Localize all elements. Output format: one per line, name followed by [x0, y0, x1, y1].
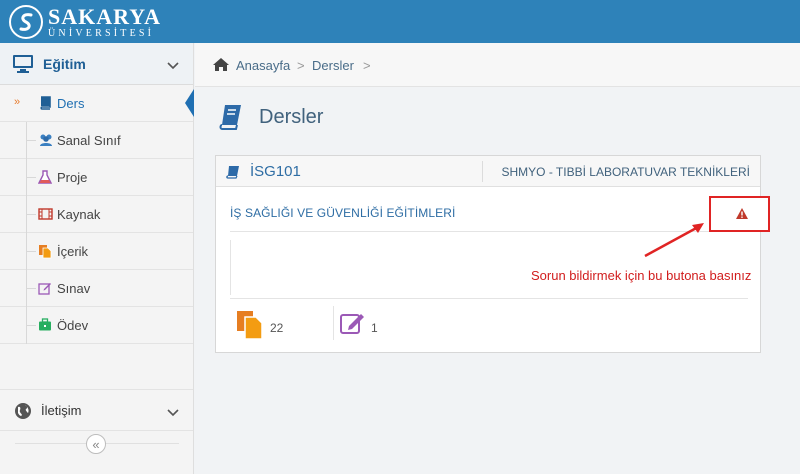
double-chevron-left-icon[interactable]: «: [86, 434, 106, 454]
sidebar-item-proje[interactable]: Proje: [0, 159, 193, 196]
sidebar-item-label: İçerik: [57, 244, 89, 259]
files-icon: [38, 244, 52, 259]
active-indicator: [185, 89, 194, 117]
sidebar-item-label: Sanal Sınıf: [57, 133, 121, 148]
top-header: SAKARYA ÜNİVERSİTESİ: [0, 0, 800, 43]
breadcrumb: Anasayfa > Dersler >: [195, 43, 800, 87]
sidebar-item-label: Sınav: [57, 281, 91, 296]
report-problem-button[interactable]: [709, 196, 770, 232]
sidebar-section-egitim[interactable]: Eğitim: [0, 43, 193, 85]
breadcrumb-link-dersler[interactable]: Dersler: [312, 58, 354, 73]
sidebar-item-icerik[interactable]: İçerik: [0, 233, 193, 270]
breadcrumb-separator: >: [363, 58, 371, 73]
home-icon[interactable]: [212, 57, 230, 77]
course-code[interactable]: İSG101: [250, 163, 301, 180]
sidebar-item-label: Ödev: [57, 318, 89, 333]
course-name-link[interactable]: İŞ SAĞLIĞI VE GÜVENLİĞİ EĞİTİMLERİ: [230, 206, 455, 220]
logo-sub-text: ÜNİVERSİTESİ: [48, 27, 155, 39]
sidebar-section-label: Eğitim: [43, 56, 86, 72]
sidebar-item-ders[interactable]: » Ders: [0, 85, 194, 122]
sidebar-item-odev[interactable]: Ödev: [0, 307, 193, 344]
content-count: 22: [270, 321, 284, 335]
university-logo[interactable]: SAKARYA ÜNİVERSİTESİ: [9, 4, 161, 40]
course-department: SHMYO - TIBBİ LABORATUVAR TEKNİKLERİ: [501, 165, 750, 179]
monitor-icon: [12, 54, 34, 79]
breadcrumb-separator: >: [297, 58, 305, 73]
logo-main-text: SAKARYA: [48, 3, 161, 29]
sidebar-section-label: İletişim: [41, 403, 82, 418]
book-icon: [219, 104, 243, 135]
sidebar-item-sinav[interactable]: Sınav: [0, 270, 193, 307]
sidebar: Eğitim » Ders Sanal Sınıf Proje Kaynak İ…: [0, 43, 194, 474]
university-seal-icon: [9, 5, 43, 39]
page-title: Dersler: [259, 106, 324, 128]
annotation-text: Sorun bildirmek için bu butona basınız: [531, 268, 752, 283]
users-icon: [38, 133, 52, 147]
sidebar-section-iletisim[interactable]: İletişim: [0, 389, 193, 431]
edit-icon[interactable]: [340, 311, 366, 340]
sidebar-item-label: Ders: [57, 96, 85, 111]
sidebar-item-sanal-sinif[interactable]: Sanal Sınıf: [0, 122, 193, 159]
annotation-arrow-icon: [640, 220, 708, 265]
sidebar-item-label: Kaynak: [57, 207, 101, 222]
sidebar-menu: » Ders Sanal Sınıf Proje Kaynak İçerik S…: [0, 85, 194, 344]
course-card-header: İSG101 SHMYO - TIBBİ LABORATUVAR TEKNİKL…: [216, 156, 760, 187]
files-icon[interactable]: [236, 310, 264, 345]
active-marker-icon: »: [14, 96, 21, 108]
sidebar-item-kaynak[interactable]: Kaynak: [0, 196, 193, 233]
book-icon: [226, 165, 240, 184]
exam-count: 1: [371, 321, 378, 335]
sidebar-item-label: Proje: [57, 170, 88, 185]
warning-icon: [735, 207, 749, 225]
breadcrumb-link-anasayfa[interactable]: Anasayfa: [236, 58, 290, 73]
globe-icon: [14, 402, 32, 425]
flask-icon: [37, 170, 53, 184]
book-icon: [38, 96, 52, 110]
edit-icon: [38, 281, 52, 295]
chevron-down-icon[interactable]: [167, 57, 179, 75]
film-icon: [38, 207, 53, 221]
briefcase-icon: [38, 318, 52, 332]
chevron-down-icon[interactable]: [167, 404, 179, 422]
